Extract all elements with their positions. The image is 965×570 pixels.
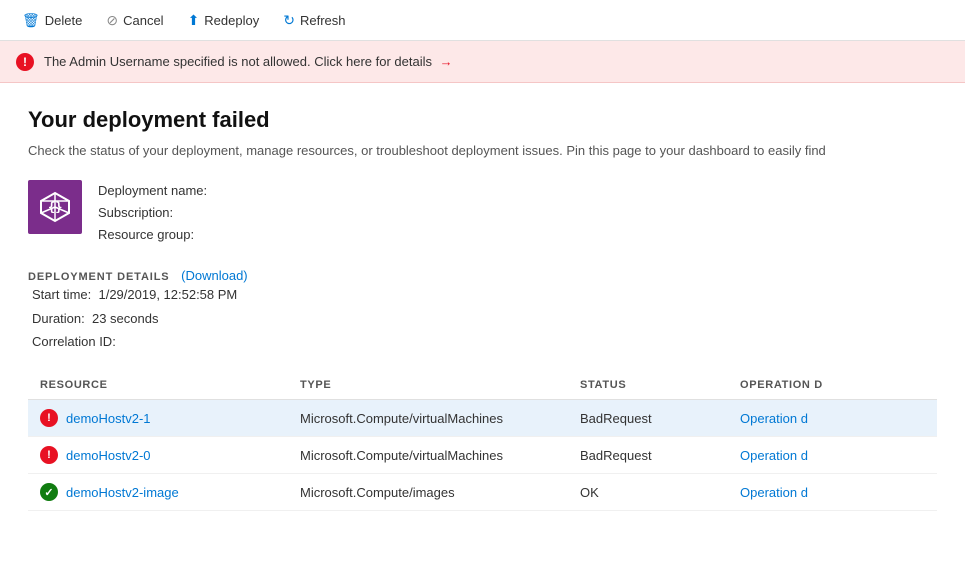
resource-link[interactable]: demoHostv2-image [66,485,179,500]
table-row: ✓ demoHostv2-image Microsoft.Compute/ima… [28,474,937,511]
type-cell: Microsoft.Compute/virtualMachines [288,400,568,437]
row-status-icon: ! [40,409,58,427]
deployment-name-row: Deployment name: [98,180,207,202]
page-title: Your deployment failed [28,107,937,133]
row-status-icon: ✓ [40,483,58,501]
resource-cell: ✓ demoHostv2-image [40,483,276,501]
refresh-icon: ↻ [283,12,295,29]
toolbar: 🗑 Delete ⊘ Cancel ⬆ Redeploy ↻ Refresh [0,0,965,41]
alert-arrow[interactable]: → [440,54,453,69]
alert-error-icon: ! [16,53,34,71]
svg-text:{}: {} [48,200,62,214]
operation-cell: Operation d [728,437,937,474]
redeploy-button[interactable]: ⬆ Redeploy [178,6,270,35]
deployment-details: DEPLOYMENT DETAILS (Download) Start time… [28,268,937,353]
status-cell: BadRequest [568,400,728,437]
duration-row: Duration: 23 seconds [32,307,937,330]
redeploy-icon: ⬆ [188,12,200,29]
type-cell: Microsoft.Compute/images [288,474,568,511]
col-header-status: STATUS [568,371,728,400]
correlation-row: Correlation ID: [32,330,937,353]
row-status-icon: ! [40,446,58,464]
delete-icon: 🗑 [22,12,40,29]
alert-message: The Admin Username specified is not allo… [44,54,453,69]
alert-banner: ! The Admin Username specified is not al… [0,41,965,83]
resource-link[interactable]: demoHostv2-0 [66,448,151,463]
resource-cell: ! demoHostv2-1 [40,409,276,427]
col-header-operation: OPERATION D [728,371,937,400]
operation-link[interactable]: Operation d [740,411,808,426]
table-header-row: RESOURCE TYPE STATUS OPERATION D [28,371,937,400]
operation-cell: Operation d [728,400,937,437]
resource-link[interactable]: demoHostv2-1 [66,411,151,426]
main-content: Your deployment failed Check the status … [0,83,965,511]
status-cell: OK [568,474,728,511]
resource-group-row: Resource group: [98,224,207,246]
start-time-row: Start time: 1/29/2019, 12:52:58 PM [32,283,937,306]
subscription-row: Subscription: [98,202,207,224]
refresh-button[interactable]: ↻ Refresh [273,6,355,35]
deployment-icon: {} [28,180,82,234]
page-description: Check the status of your deployment, man… [28,143,937,158]
operation-link[interactable]: Operation d [740,485,808,500]
resource-table: RESOURCE TYPE STATUS OPERATION D ! demoH… [28,371,937,511]
col-header-resource: RESOURCE [28,371,288,400]
resource-cell: ! demoHostv2-0 [40,446,276,464]
delete-button[interactable]: 🗑 Delete [12,6,92,35]
operation-link[interactable]: Operation d [740,448,808,463]
deployment-fields: Deployment name: Subscription: Resource … [98,180,207,246]
operation-cell: Operation d [728,474,937,511]
download-link[interactable]: (Download) [181,268,247,283]
type-cell: Microsoft.Compute/virtualMachines [288,437,568,474]
details-section-label: DEPLOYMENT DETAILS [28,271,170,283]
table-row: ! demoHostv2-1 Microsoft.Compute/virtual… [28,400,937,437]
cube-icon: {} [39,191,71,223]
deployment-info: {} Deployment name: Subscription: Resour… [28,180,937,246]
cancel-button[interactable]: ⊘ Cancel [96,6,173,35]
status-cell: BadRequest [568,437,728,474]
cancel-icon: ⊘ [106,12,118,29]
col-header-type: TYPE [288,371,568,400]
table-row: ! demoHostv2-0 Microsoft.Compute/virtual… [28,437,937,474]
